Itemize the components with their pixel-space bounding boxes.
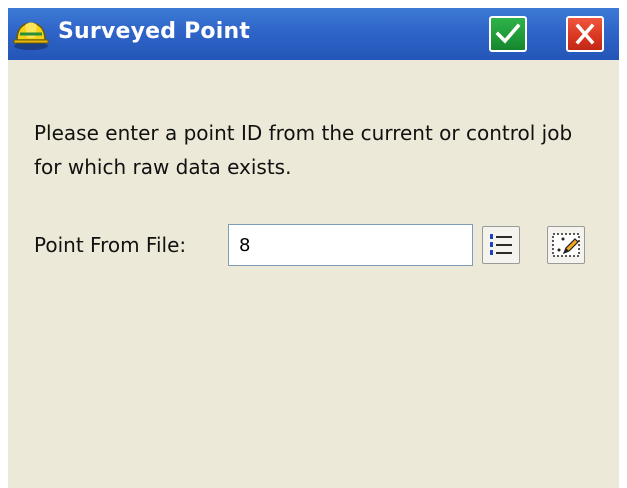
checkmark-icon: [495, 23, 521, 44]
close-button[interactable]: [566, 16, 604, 52]
x-icon: [575, 23, 595, 45]
point-id-input[interactable]: [228, 224, 473, 266]
window-title: Surveyed Point: [58, 19, 251, 44]
ok-button[interactable]: [489, 16, 527, 52]
numbered-list-icon: [490, 234, 512, 255]
dialog-window: Surveyed Point Please enter a point ID f…: [8, 8, 619, 488]
map-select-button[interactable]: [547, 226, 585, 264]
hard-hat-survey-icon: [11, 16, 51, 52]
point-list-button[interactable]: [482, 226, 520, 264]
map-select-icon: [552, 233, 580, 257]
title-bar: Surveyed Point: [8, 8, 619, 60]
point-from-file-label: Point From File:: [34, 233, 187, 257]
instruction-text: Please enter a point ID from the current…: [34, 121, 573, 179]
